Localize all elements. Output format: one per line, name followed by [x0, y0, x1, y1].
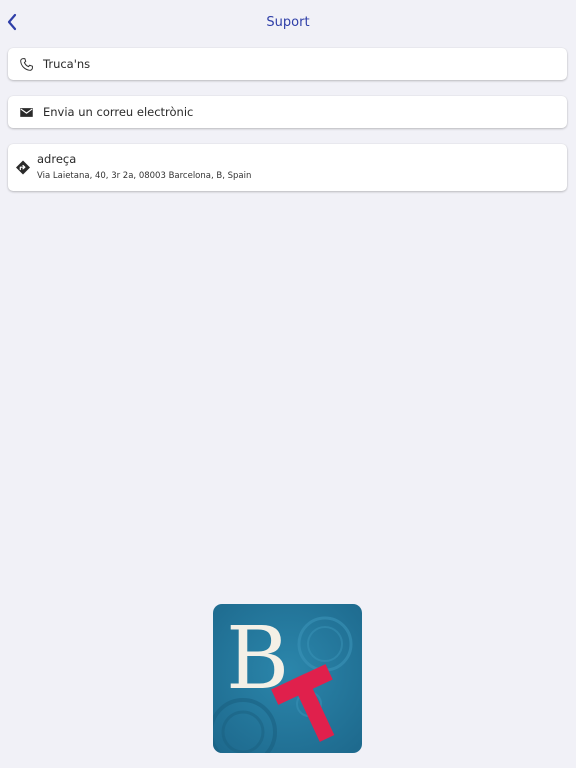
- address-button[interactable]: adreça Via Laietana, 40, 3r 2a, 08003 Ba…: [8, 144, 567, 191]
- phone-icon: [18, 56, 34, 72]
- address-label: adreça: [37, 152, 77, 166]
- address-value: Via Laietana, 40, 3r 2a, 08003 Barcelona…: [37, 171, 252, 181]
- send-email-label: Envia un correu electrònic: [43, 105, 194, 119]
- page-title: Suport: [266, 15, 310, 30]
- call-us-button[interactable]: Truca'ns: [8, 48, 567, 80]
- mail-icon: [18, 104, 34, 120]
- header: Suport: [0, 0, 576, 46]
- send-email-button[interactable]: Envia un correu electrònic: [8, 96, 567, 128]
- app-logo: B: [213, 604, 362, 753]
- directions-icon: [15, 159, 31, 175]
- call-us-label: Truca'ns: [43, 57, 91, 71]
